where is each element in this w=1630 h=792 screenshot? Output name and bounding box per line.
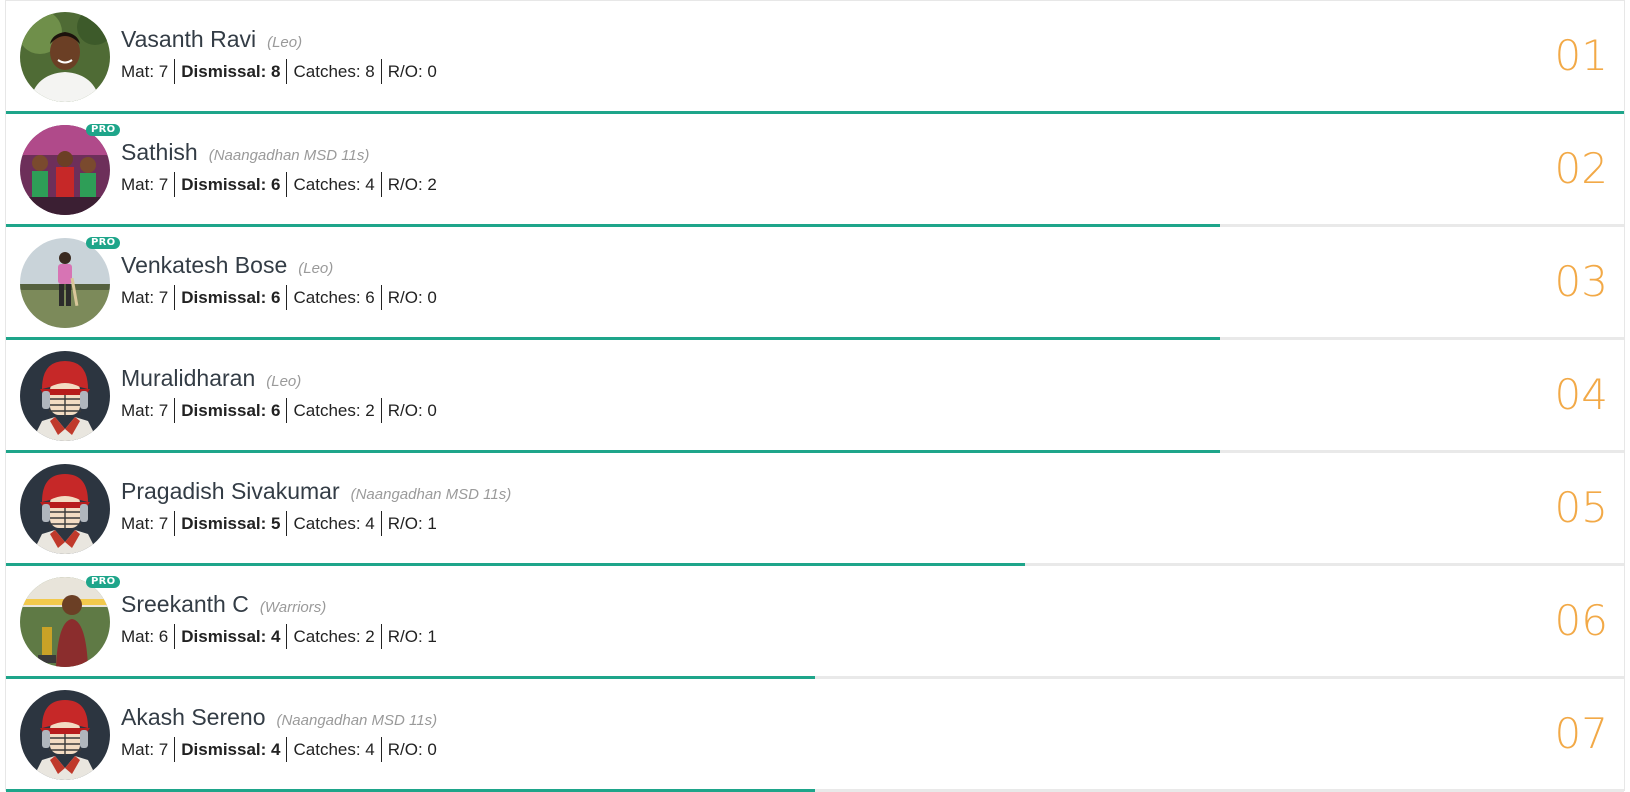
- dismissal-stat: Dismissal: 4: [175, 624, 288, 649]
- rank-number: 01: [1554, 31, 1608, 80]
- leaderboard-list: Vasanth Ravi (Leo) Mat: 7 Dismissal: 8 C…: [5, 0, 1625, 792]
- player-name[interactable]: Pragadish Sivakumar: [121, 478, 340, 505]
- team-name: (Naangadhan MSD 11s): [276, 712, 438, 729]
- player-stats: Mat: 6 Dismissal: 4 Catches: 2 R/O: 1: [121, 624, 443, 649]
- player-stats: Mat: 7 Dismissal: 6 Catches: 2 R/O: 0: [121, 398, 443, 423]
- matches-stat: Mat: 7: [121, 59, 176, 84]
- dismissal-stat: Dismissal: 4: [175, 737, 288, 762]
- rank-number: 07: [1554, 709, 1608, 758]
- player-stats: Mat: 7 Dismissal: 6 Catches: 6 R/O: 0: [121, 285, 443, 310]
- matches-stat: Mat: 6: [121, 624, 176, 649]
- catches-stat: Catches: 4: [287, 172, 382, 197]
- pro-badge: PRO: [86, 124, 121, 136]
- avatar-wrapper: [20, 464, 110, 554]
- player-info: Vasanth Ravi (Leo) Mat: 7 Dismissal: 8 C…: [121, 26, 443, 84]
- run-outs-stat: R/O: 1: [387, 514, 437, 533]
- team-name: (Leo): [267, 34, 303, 51]
- player-row[interactable]: PRO Sreekanth C (Warriors) Mat: 6 Dismis…: [6, 566, 1624, 679]
- run-outs-stat: R/O: 0: [387, 401, 437, 420]
- rank-number: 04: [1554, 370, 1608, 419]
- player-row[interactable]: Akash Sereno (Naangadhan MSD 11s) Mat: 7…: [6, 679, 1624, 792]
- player-name[interactable]: Muralidharan: [121, 365, 255, 392]
- avatar[interactable]: [20, 464, 110, 554]
- player-info: Venkatesh Bose (Leo) Mat: 7 Dismissal: 6…: [121, 252, 443, 310]
- avatar-wrapper: [20, 351, 110, 441]
- rank-number: 06: [1554, 596, 1608, 645]
- catches-stat: Catches: 4: [287, 511, 382, 536]
- team-name: (Naangadhan MSD 11s): [350, 486, 512, 503]
- dismissal-stat: Dismissal: 5: [175, 511, 288, 536]
- avatar[interactable]: [20, 125, 110, 215]
- rank-number: 03: [1554, 257, 1608, 306]
- avatar-wrapper: [20, 12, 110, 102]
- player-stats: Mat: 7 Dismissal: 4 Catches: 4 R/O: 0: [121, 737, 443, 762]
- avatar-wrapper: [20, 690, 110, 780]
- rank-number: 02: [1554, 144, 1608, 193]
- player-info: Sathish (Naangadhan MSD 11s) Mat: 7 Dism…: [121, 139, 443, 197]
- player-stats: Mat: 7 Dismissal: 8 Catches: 8 R/O: 0: [121, 59, 443, 84]
- player-stats: Mat: 7 Dismissal: 5 Catches: 4 R/O: 1: [121, 511, 511, 536]
- avatar[interactable]: [20, 690, 110, 780]
- player-name[interactable]: Akash Sereno: [121, 704, 265, 731]
- player-name[interactable]: Sreekanth C: [121, 591, 249, 618]
- catches-stat: Catches: 4: [287, 737, 382, 762]
- run-outs-stat: R/O: 0: [387, 740, 437, 759]
- avatar[interactable]: [20, 351, 110, 441]
- avatar-wrapper: PRO: [20, 237, 121, 328]
- player-name[interactable]: Venkatesh Bose: [121, 252, 287, 279]
- run-outs-stat: R/O: 1: [387, 627, 437, 646]
- run-outs-stat: R/O: 0: [387, 288, 437, 307]
- player-row[interactable]: Vasanth Ravi (Leo) Mat: 7 Dismissal: 8 C…: [6, 1, 1624, 114]
- run-outs-stat: R/O: 0: [387, 62, 437, 81]
- player-name[interactable]: Sathish: [121, 139, 198, 166]
- team-name: (Warriors): [259, 599, 327, 616]
- catches-stat: Catches: 2: [287, 624, 382, 649]
- avatar-wrapper: PRO: [20, 124, 121, 215]
- dismissal-stat: Dismissal: 6: [175, 172, 288, 197]
- avatar[interactable]: [20, 577, 110, 667]
- rank-number: 05: [1554, 483, 1608, 532]
- catches-stat: Catches: 6: [287, 285, 382, 310]
- catches-stat: Catches: 8: [287, 59, 382, 84]
- team-name: (Naangadhan MSD 11s): [208, 147, 370, 164]
- player-row[interactable]: PRO Venkatesh Bose (Leo) Mat: 7 Dismissa…: [6, 227, 1624, 340]
- avatar-wrapper: PRO: [20, 576, 121, 667]
- player-info: Sreekanth C (Warriors) Mat: 6 Dismissal:…: [121, 591, 443, 649]
- run-outs-stat: R/O: 2: [387, 175, 437, 194]
- player-info: Akash Sereno (Naangadhan MSD 11s) Mat: 7…: [121, 704, 443, 762]
- player-row[interactable]: Pragadish Sivakumar (Naangadhan MSD 11s)…: [6, 453, 1624, 566]
- matches-stat: Mat: 7: [121, 737, 176, 762]
- catches-stat: Catches: 2: [287, 398, 382, 423]
- team-name: (Leo): [266, 373, 302, 390]
- dismissal-stat: Dismissal: 8: [175, 59, 288, 84]
- dismissal-stat: Dismissal: 6: [175, 285, 288, 310]
- player-row[interactable]: PRO Sathish (Naangadhan MSD 11s) Mat: 7 …: [6, 114, 1624, 227]
- pro-badge: PRO: [86, 237, 121, 249]
- player-info: Muralidharan (Leo) Mat: 7 Dismissal: 6 C…: [121, 365, 443, 423]
- pro-badge: PRO: [86, 576, 121, 588]
- player-row[interactable]: Muralidharan (Leo) Mat: 7 Dismissal: 6 C…: [6, 340, 1624, 453]
- matches-stat: Mat: 7: [121, 285, 176, 310]
- matches-stat: Mat: 7: [121, 398, 176, 423]
- matches-stat: Mat: 7: [121, 172, 176, 197]
- avatar[interactable]: [20, 238, 110, 328]
- team-name: (Leo): [298, 260, 334, 277]
- dismissal-stat: Dismissal: 6: [175, 398, 288, 423]
- player-info: Pragadish Sivakumar (Naangadhan MSD 11s)…: [121, 478, 511, 536]
- matches-stat: Mat: 7: [121, 511, 176, 536]
- player-stats: Mat: 7 Dismissal: 6 Catches: 4 R/O: 2: [121, 172, 443, 197]
- player-name[interactable]: Vasanth Ravi: [121, 26, 256, 53]
- avatar[interactable]: [20, 12, 110, 102]
